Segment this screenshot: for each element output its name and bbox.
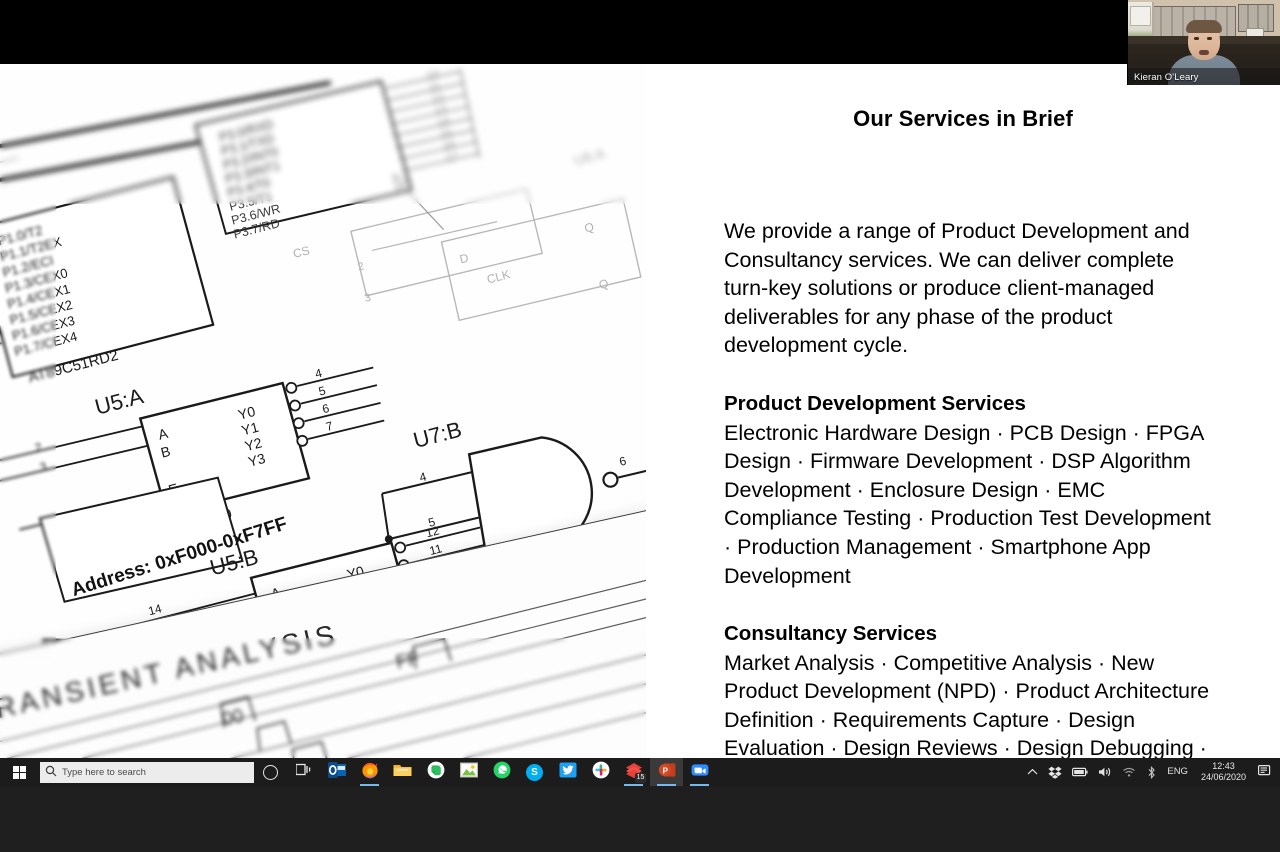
battery-icon[interactable]: [1067, 767, 1093, 777]
dropbox-icon[interactable]: [1043, 766, 1067, 779]
svg-text:4: 4: [418, 469, 428, 484]
clickup-badge-count: 15: [635, 773, 646, 783]
powerpoint-icon: P: [658, 762, 676, 783]
svg-text:3: 3: [38, 459, 48, 474]
whatsapp-icon: [493, 761, 511, 784]
webcam-person-mouth: [1199, 50, 1209, 55]
outlook-icon: [327, 761, 346, 783]
slide-text-column: Our Services in Brief We provide a range…: [646, 64, 1280, 758]
webcam-thumbnail[interactable]: Kieran O'Leary: [1127, 0, 1280, 85]
taskbar-button-file-explorer[interactable]: [386, 758, 419, 786]
section-heading: Product Development Services: [724, 392, 1026, 415]
svg-text:Q: Q: [583, 220, 596, 236]
skype-icon: S: [526, 763, 543, 781]
svg-text:4: 4: [313, 366, 323, 381]
wifi-icon[interactable]: [1117, 766, 1141, 778]
start-button[interactable]: Start: [0, 758, 38, 786]
svg-text:00: 00: [220, 705, 245, 730]
presentation-slide: P1.0/T2 P1.1/T2EX P1.2/ECI P1.3/CEX0 P1.…: [0, 64, 1280, 758]
bluetooth-icon[interactable]: [1141, 765, 1162, 779]
svg-text:CLK: CLK: [485, 267, 511, 286]
taskbar-button-whatsapp[interactable]: [485, 758, 518, 786]
windows-taskbar: Start Type here to search: [0, 758, 1280, 852]
svg-text:FF: FF: [394, 648, 421, 674]
taskbar-date: 24/06/2020: [1200, 772, 1246, 782]
chevron-up-icon[interactable]: [1022, 768, 1043, 776]
taskbar-button-photos[interactable]: [452, 758, 485, 786]
search-placeholder-text: Type here to search: [62, 766, 146, 778]
section-heading: Consultancy Services: [724, 622, 938, 645]
taskbar-button-evernote[interactable]: [419, 758, 452, 786]
taskbar-button-twitter[interactable]: [551, 758, 584, 786]
taskbar-button-outlook[interactable]: [320, 758, 353, 786]
task-view-icon: [294, 763, 312, 781]
webcam-person-hair: [1186, 20, 1222, 33]
twitter-icon: [559, 762, 577, 783]
taskbar-button-skype[interactable]: S: [518, 758, 551, 786]
action-center-icon[interactable]: [1254, 764, 1280, 780]
schematic-photo: P1.0/T2 P1.1/T2EX P1.2/ECI P1.3/CEX0 P1.…: [0, 64, 646, 758]
folder-icon: [393, 762, 412, 783]
taskbar-button-slack[interactable]: [584, 758, 617, 786]
firefox-icon: [361, 761, 379, 784]
webcam-window-pane: [1130, 6, 1151, 26]
zoom-icon: [691, 762, 709, 783]
svg-text:3: 3: [363, 292, 372, 305]
svg-text:6: 6: [618, 454, 628, 469]
screen-share-stage: P1.0/T2 P1.1/T2EX P1.2/ECI P1.3/CEX0 P1.…: [0, 0, 1280, 852]
section-body: Electronic Hardware Design · PCB Design …: [724, 420, 1211, 588]
taskbar-button-powerpoint[interactable]: P: [650, 758, 683, 786]
system-tray: ENG 12:43 24/06/2020: [1022, 758, 1280, 786]
taskbar-time: 12:43: [1212, 761, 1235, 771]
taskbar-bar: Start Type here to search: [0, 758, 1280, 786]
svg-text:D: D: [458, 251, 470, 267]
slide-intro-paragraph: We provide a range of Product Developmen…: [724, 219, 1190, 358]
taskbar-button-task-view[interactable]: [287, 758, 320, 786]
section-body: Market Analysis · Competitive Analysis ·…: [724, 650, 1210, 758]
svg-text:CS: CS: [291, 243, 311, 261]
evernote-icon: [427, 761, 445, 784]
taskbar-clock[interactable]: 12:43 24/06/2020: [1193, 761, 1254, 783]
windows-logo-icon: [12, 765, 26, 779]
taskbar-search-box[interactable]: Type here to search: [40, 761, 254, 783]
svg-text:U7:B: U7:B: [411, 417, 465, 453]
svg-text:P: P: [662, 766, 668, 775]
svg-text:U5:A: U5:A: [92, 383, 146, 420]
webcam-participant-name: Kieran O'Leary: [1134, 72, 1199, 83]
taskbar-button-firefox[interactable]: [353, 758, 386, 786]
slide-title: Our Services in Brief: [853, 106, 1073, 131]
photos-icon: [459, 762, 478, 783]
svg-text:U6:A: U6:A: [572, 145, 607, 168]
input-language-indicator[interactable]: ENG: [1162, 767, 1193, 777]
svg-text:17: 17: [445, 151, 460, 166]
section-consultancy: Consultancy Services Market Analysis · C…: [724, 620, 1214, 758]
svg-text:2: 2: [33, 440, 43, 455]
svg-text:6: 6: [321, 401, 331, 416]
svg-text:2: 2: [357, 260, 366, 273]
taskbar-button-cortana[interactable]: [254, 758, 287, 786]
webcam-person-eye-right: [1207, 37, 1212, 40]
svg-text:Q: Q: [597, 276, 610, 292]
taskbar-button-zoom[interactable]: [683, 758, 716, 786]
svg-text:5: 5: [317, 383, 327, 398]
svg-text:14: 14: [147, 601, 164, 618]
cortana-icon: [263, 764, 278, 780]
volume-icon[interactable]: [1093, 766, 1117, 778]
webcam-person-eye-left: [1194, 37, 1199, 40]
svg-text:7: 7: [324, 419, 334, 434]
slack-icon: [592, 761, 610, 784]
section-product-development: Product Development Services Electronic …: [724, 390, 1214, 590]
search-icon: [40, 765, 62, 779]
taskbar-button-clickup[interactable]: 15: [617, 758, 650, 786]
